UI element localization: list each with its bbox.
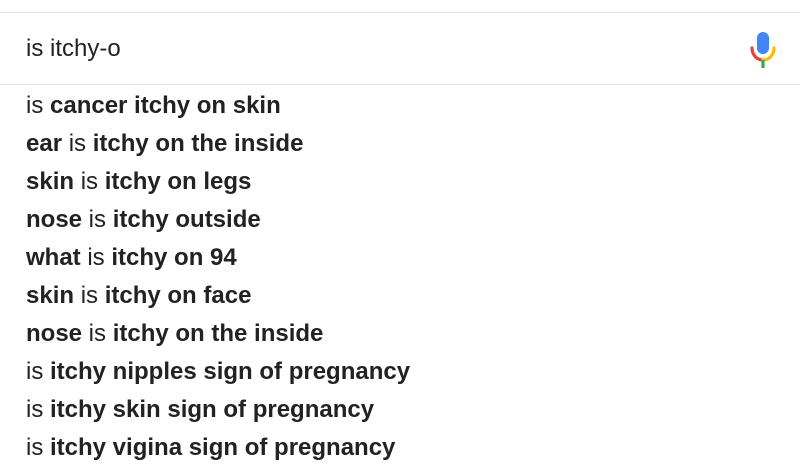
suggestion-query-text: is <box>26 434 50 461</box>
suggestion-completion-text: nose <box>26 206 83 233</box>
suggestion-query-text: is <box>26 92 50 119</box>
voice-search-button[interactable] <box>748 31 778 69</box>
microphone-icon <box>750 32 776 68</box>
suggestion-item[interactable]: skin is itchy on legs <box>0 163 800 201</box>
suggestion-query-text: is <box>26 358 50 385</box>
suggestion-item[interactable]: skin is itchy on face <box>0 277 800 315</box>
suggestion-completion-text: itchy on the inside <box>92 130 304 157</box>
suggestion-item[interactable]: what is itchy on 94 <box>0 239 800 277</box>
suggestion-item[interactable]: nose is itchy outside <box>0 201 800 239</box>
search-input[interactable] <box>26 32 706 66</box>
suggestion-query-text: is <box>74 168 105 195</box>
suggestion-completion-text: what <box>26 244 81 271</box>
suggestion-item[interactable]: is itchy skin sign of pregnancy <box>0 391 800 429</box>
suggestion-item[interactable]: ear is itchy on the inside <box>0 125 800 163</box>
suggestion-item[interactable]: is cancer itchy on skin <box>0 87 800 125</box>
suggestion-completion-text: itchy nipples sign of pregnancy <box>50 358 411 385</box>
suggestion-completion-text: ear <box>26 130 63 157</box>
suggestion-query-text: is <box>80 244 112 271</box>
suggestion-query-text: is <box>26 396 50 423</box>
suggestion-item[interactable]: is itchy vigina sign of pregnancy <box>0 429 800 467</box>
suggestion-completion-text: itchy vigina sign of pregnancy <box>50 434 396 461</box>
suggestion-item[interactable]: is itchy nipples sign of pregnancy <box>0 353 800 391</box>
suggestion-completion-text: itchy on face <box>104 282 252 309</box>
suggestion-completion-text: cancer itchy on skin <box>50 92 281 119</box>
suggestion-completion-text: nose <box>26 320 83 347</box>
suggestion-completion-text: itchy outside <box>112 206 261 233</box>
suggestion-query-text: is <box>62 130 93 157</box>
suggestion-completion-text: itchy on legs <box>104 168 252 195</box>
suggestion-completion-text: skin <box>26 168 75 195</box>
suggestion-completion-text: itchy skin sign of pregnancy <box>50 396 375 423</box>
suggestion-item[interactable]: nose is itchy on the inside <box>0 315 800 353</box>
suggestion-query-text: is <box>82 320 113 347</box>
search-bar <box>0 12 800 85</box>
suggestion-list: is cancer itchy on skin ear is itchy on t… <box>0 87 800 467</box>
suggestion-query-text: is <box>74 282 105 309</box>
suggestion-completion-text: itchy on the inside <box>112 320 324 347</box>
suggestion-completion-text: skin <box>26 282 75 309</box>
suggestion-completion-text: itchy on 94 <box>111 244 237 271</box>
suggestion-query-text: is <box>82 206 113 233</box>
